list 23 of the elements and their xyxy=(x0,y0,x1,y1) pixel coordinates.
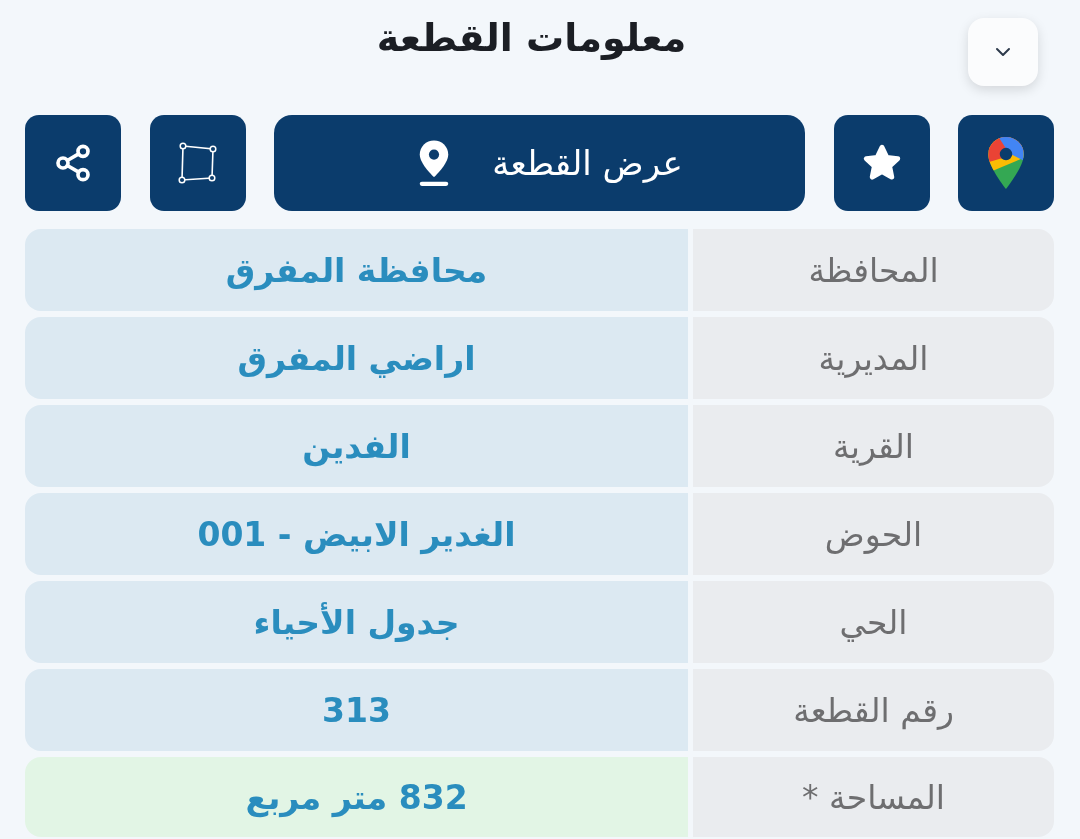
field-value: جدول الأحياء xyxy=(25,581,688,663)
field-label: القرية xyxy=(693,405,1054,487)
field-label: المديرية xyxy=(693,317,1054,399)
field-value: محافظة المفرق xyxy=(25,229,688,311)
field-value: الفدين xyxy=(25,405,688,487)
field-value: الغدير الابيض - 001 xyxy=(25,493,688,575)
maps-button[interactable] xyxy=(958,115,1054,211)
field-value: 313 xyxy=(25,669,688,751)
favorite-button[interactable] xyxy=(833,115,930,211)
plot-boundary-button[interactable] xyxy=(149,115,246,211)
field-label: المحافظة xyxy=(693,229,1054,311)
field-label: المساحة * xyxy=(693,757,1054,837)
share-icon xyxy=(53,143,93,183)
field-value: 832 متر مربع xyxy=(25,757,688,837)
view-plot-button[interactable]: عرض القطعة xyxy=(274,115,805,211)
field-label: رقم القطعة xyxy=(693,669,1054,751)
polygon-icon xyxy=(177,142,218,184)
star-icon xyxy=(861,144,902,182)
share-button[interactable] xyxy=(25,115,121,211)
field-label: الحوض xyxy=(693,493,1054,575)
panel-title: معلومات القطعة xyxy=(376,16,687,60)
field-label: الحي xyxy=(693,581,1054,663)
field-value: اراضي المفرق xyxy=(25,317,688,399)
